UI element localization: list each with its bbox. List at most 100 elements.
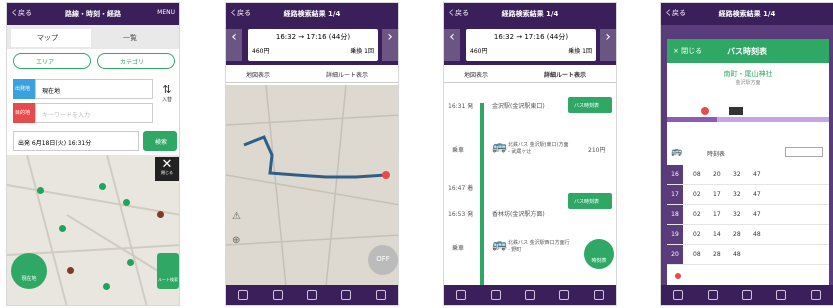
hour-cell: 18 <box>667 205 683 224</box>
area-button[interactable]: エリア <box>13 53 91 69</box>
screen-route-detail: く戻る 経路検索結果 1/4 ‹ › 16:32 → 17:16 (44分) 4… <box>443 2 617 306</box>
datetime-value: 出発 6月18日(火) 16:31分 <box>18 140 92 147</box>
tab-map-view[interactable]: 地図表示 <box>464 70 488 79</box>
route-map[interactable]: ⚠ ⊕ OFF <box>226 84 398 288</box>
bottom-nav <box>444 285 616 305</box>
tab-detail-view[interactable]: 詳細ルート表示 <box>326 70 368 79</box>
dest-field[interactable]: キーワードを入力 <box>35 103 153 123</box>
bus-stop-marker[interactable] <box>103 283 110 290</box>
warning-icon: ⚠ <box>232 211 241 222</box>
traffic-toggle[interactable]: OFF <box>368 245 398 275</box>
more-icon[interactable] <box>375 290 386 300</box>
panel-title: バス時刻表 <box>727 47 767 56</box>
area-button-label: エリア <box>36 59 55 66</box>
more-icon[interactable] <box>593 290 604 300</box>
minute-cell: 20 <box>713 171 721 178</box>
clock-icon[interactable] <box>490 290 501 300</box>
timetable-row: 20 08 28 48 <box>667 245 829 265</box>
bus-stop-marker[interactable] <box>37 187 44 194</box>
ride1-desc: 北鉄バス 金沢駅(東口)方面 - 武蔵ヶ辻 <box>508 142 569 155</box>
spot-marker[interactable] <box>67 267 74 274</box>
stop2-timetable-button[interactable]: バス時刻表 <box>568 193 612 209</box>
page-title: 経路検索結果 1/4 <box>501 10 559 18</box>
timetable-rows: 16 08 20 32 47 17 02 17 32 47 18 02 17 32 47 19 02 14 28 48… <box>667 165 829 265</box>
hour-cell: 16 <box>667 165 683 184</box>
stop2-departure: 16:53 発 <box>448 211 474 218</box>
home-icon[interactable] <box>456 290 467 300</box>
heart-icon[interactable] <box>341 290 352 300</box>
close-map-button[interactable]: ✕ 閉じる <box>155 157 179 181</box>
heart-icon[interactable] <box>559 290 570 300</box>
route-timeline <box>480 103 484 287</box>
minute-cell: 08 <box>693 251 701 258</box>
timetable-fab[interactable]: 時刻表 <box>584 239 614 269</box>
timetable-header: × 閉じる バス時刻表 <box>667 39 829 63</box>
category-button[interactable]: カテゴリ <box>97 53 175 69</box>
minute-cell: 47 <box>753 171 761 178</box>
locate-button[interactable]: 現在地 <box>11 253 47 289</box>
stop-name: 南町・尾山神社 <box>723 70 773 78</box>
route-search-button[interactable]: ルート検索 <box>157 253 179 289</box>
timetable-panel: 南町・尾山神社 金沢駅方面 🚌 時刻表 16 08 20 32 47 17 02 17 32 47… <box>667 63 829 287</box>
fare: 460円 <box>252 48 270 55</box>
transfer-count: 乗換 1回 <box>568 48 592 55</box>
header-bar: く戻る 路線・時刻・経路 MENU <box>7 3 179 25</box>
map-view[interactable]: ✕ 閉じる 現在地 ルート検索 <box>7 154 179 305</box>
fare: 460円 <box>470 48 488 55</box>
origin-field[interactable]: 現在地 <box>35 79 153 99</box>
spot-marker[interactable] <box>157 211 164 218</box>
minute-cell: 47 <box>753 191 761 198</box>
ride2-label: 乗車 <box>452 245 465 252</box>
datetime-select[interactable]: 出発 6月18日(火) 16:31分 <box>13 131 139 151</box>
tab-map-label: マップ <box>37 34 58 42</box>
more-icon[interactable] <box>810 290 821 300</box>
tab-detail-view[interactable]: 詳細ルート表示 <box>544 70 586 79</box>
ride1-label: 乗車 <box>452 147 465 154</box>
next-route-button[interactable]: › <box>600 29 616 61</box>
clock-icon[interactable] <box>272 290 283 300</box>
page-title: 路線・時刻・経路 <box>65 10 121 18</box>
close-button[interactable]: × 閉じる <box>673 46 702 56</box>
swap-button[interactable]: ⇅ 入替 <box>157 83 177 119</box>
hour-cell: 17 <box>667 185 683 204</box>
summary-card: 16:32 → 17:16 (44分) 460円 乗換 1回 <box>466 29 596 61</box>
minute-cell: 32 <box>733 171 741 178</box>
route-progress <box>667 107 829 122</box>
bus-stop-marker[interactable] <box>127 259 134 266</box>
bus-stop-marker[interactable] <box>123 199 130 206</box>
menu-button[interactable]: MENU <box>157 9 175 16</box>
home-icon[interactable] <box>238 290 249 300</box>
summary-card: 16:32 → 17:16 (44分) 460円 乗換 1回 <box>248 29 378 61</box>
origin-label: 出発地 <box>13 79 35 99</box>
clock-icon[interactable] <box>707 290 718 300</box>
prev-route-button[interactable]: ‹ <box>226 29 242 61</box>
tab-map[interactable]: マップ <box>11 29 91 47</box>
screen-bus-timetable: く戻る 経路検索結果 1/4 × 閉じる バス時刻表 南町・尾山神社 金沢駅方面… <box>660 2 833 306</box>
swap-label: 入替 <box>161 97 172 103</box>
bottom-nav <box>226 285 398 305</box>
ticket-icon[interactable] <box>306 290 317 300</box>
heart-icon[interactable] <box>776 290 787 300</box>
ticket-icon[interactable] <box>524 290 535 300</box>
search-button[interactable]: 検索 <box>143 131 177 151</box>
tab-list[interactable]: 一覧 <box>97 29 177 47</box>
page-title: 経路検索結果 1/4 <box>718 10 776 18</box>
route-times: 16:32 → 17:16 (44分) <box>275 33 351 41</box>
stop1-timetable-button[interactable]: バス時刻表 <box>568 97 612 113</box>
bus-icon: 🚌 <box>671 147 683 157</box>
weekday-select[interactable] <box>785 147 823 157</box>
hour-cell: 20 <box>667 245 683 264</box>
dest-label: 目的地 <box>13 103 35 123</box>
route-summary: ‹ › 16:32 → 17:16 (44分) 460円 乗換 1回 <box>226 25 398 65</box>
tab-map-view[interactable]: 地図表示 <box>246 70 270 79</box>
ticket-icon[interactable] <box>741 290 752 300</box>
screen-map-search: く戻る 路線・時刻・経路 MENU マップ 一覧 エリア カテゴリ 出発地 現在… <box>6 2 180 306</box>
timetable-row: 19 02 14 28 48 <box>667 225 829 245</box>
minute-cell: 48 <box>733 251 741 258</box>
home-icon[interactable] <box>673 290 684 300</box>
next-route-button[interactable]: › <box>382 29 398 61</box>
bus-stop-marker[interactable] <box>99 183 106 190</box>
swap-icon: ⇅ <box>162 83 172 96</box>
prev-route-button[interactable]: ‹ <box>444 29 460 61</box>
bus-stop-marker[interactable] <box>59 225 66 232</box>
